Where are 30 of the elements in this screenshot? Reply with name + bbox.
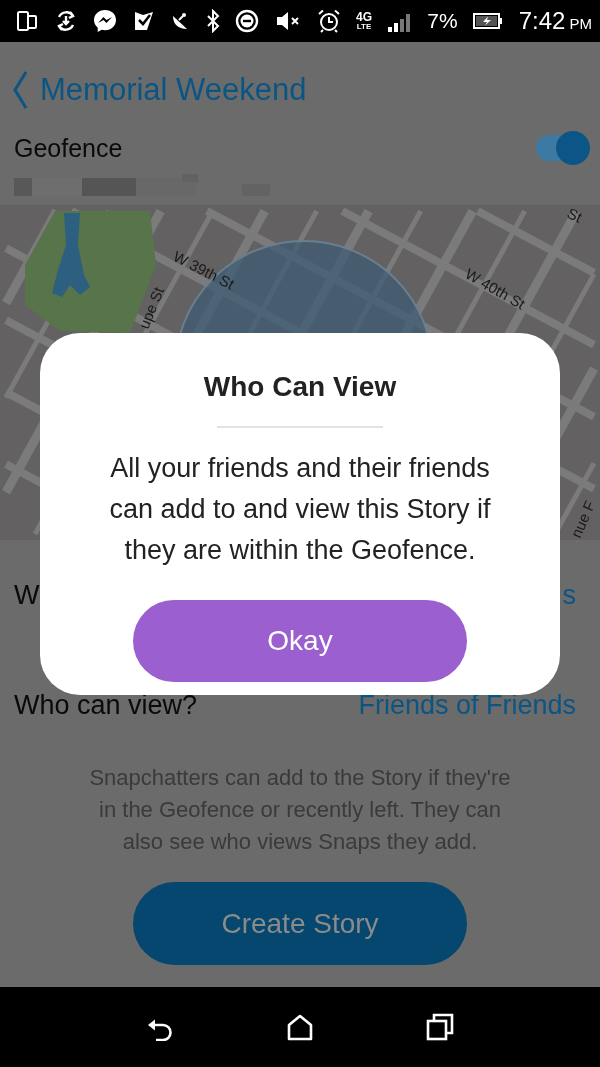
page-title: Memorial Weekend bbox=[40, 72, 307, 108]
dialog-title: Who Can View bbox=[203, 370, 397, 404]
messenger-icon bbox=[93, 9, 118, 33]
clock-meridiem: PM bbox=[569, 15, 592, 32]
geofence-label: Geofence bbox=[14, 133, 123, 163]
checkmark-icon bbox=[132, 10, 155, 32]
setting-label: Who can view? bbox=[14, 689, 198, 721]
muted-speaker-icon bbox=[274, 10, 301, 32]
do-not-disturb-icon bbox=[235, 9, 260, 33]
setting-label: W bbox=[14, 579, 40, 611]
screen-mirror-icon bbox=[16, 10, 38, 32]
home-icon[interactable] bbox=[287, 1013, 313, 1041]
setting-value-link[interactable]: s bbox=[562, 579, 576, 611]
street-label: nue F bbox=[567, 498, 599, 540]
network-type-label: 4G bbox=[356, 11, 373, 23]
street-label: W 39th St bbox=[170, 247, 238, 293]
network-sub-label: LTE bbox=[356, 23, 372, 31]
okay-button[interactable]: Okay bbox=[133, 600, 467, 682]
dialog-message: All your friends and their friends can add to and view this Story if they are within the Geofence. bbox=[108, 452, 492, 567]
street-label: upe St bbox=[135, 284, 168, 332]
street-label: St bbox=[564, 205, 585, 226]
street-label: W 40th St bbox=[462, 264, 529, 313]
recent-apps-icon[interactable] bbox=[425, 1013, 454, 1041]
geofence-toggle[interactable] bbox=[536, 131, 590, 165]
alarm-clock-icon bbox=[316, 9, 341, 33]
create-story-button[interactable]: Create Story bbox=[133, 882, 467, 965]
bluetooth-icon bbox=[205, 9, 220, 33]
clock-time: 7:42 bbox=[518, 7, 566, 35]
battery-charging-icon bbox=[473, 13, 504, 29]
battery-percent: 7% bbox=[427, 9, 458, 33]
